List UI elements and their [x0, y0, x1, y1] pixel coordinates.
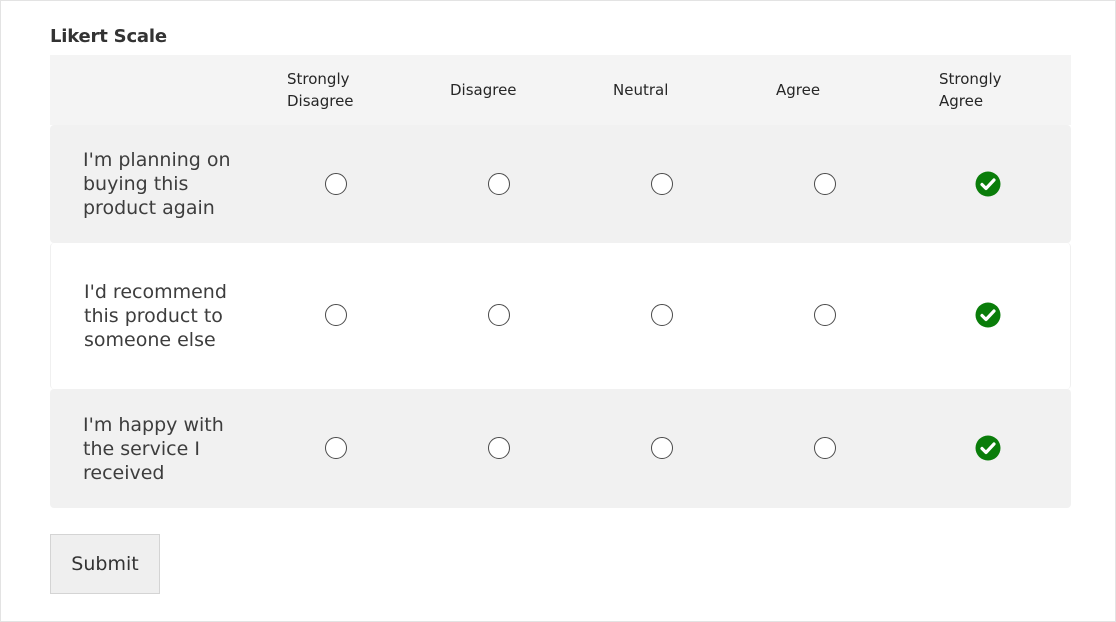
check-circle-icon: [975, 171, 1001, 197]
likert-row-2: I'd recommend this product to someone el…: [50, 243, 1071, 389]
column-header-disagree: Disagree: [450, 81, 517, 99]
submit-button[interactable]: Submit: [50, 534, 160, 594]
column-header-neutral: Neutral: [613, 81, 669, 99]
likert-header: Strongly Disagree Disagree Neutral Agree…: [50, 55, 1071, 125]
row-3-radio-disagree[interactable]: [488, 437, 510, 459]
row-1-radio-disagree[interactable]: [488, 173, 510, 195]
row-3-radio-neutral[interactable]: [651, 437, 673, 459]
column-header-strongly-disagree: Strongly Disagree: [287, 70, 354, 110]
likert-table: Strongly Disagree Disagree Neutral Agree…: [50, 55, 1071, 508]
form-title: Likert Scale: [50, 26, 167, 47]
row-statement: I'd recommend this product to someone el…: [84, 281, 227, 351]
row-2-radio-neutral[interactable]: [651, 304, 673, 326]
row-1-radio-strongly-disagree[interactable]: [325, 173, 347, 195]
row-1-radio-strongly-agree[interactable]: [975, 171, 1001, 197]
row-3-radio-agree[interactable]: [814, 437, 836, 459]
check-circle-icon: [975, 435, 1001, 461]
row-3-radio-strongly-disagree[interactable]: [325, 437, 347, 459]
row-2-radio-disagree[interactable]: [488, 304, 510, 326]
row-statement: I'm planning on buying this product agai…: [83, 149, 231, 219]
row-3-radio-strongly-agree[interactable]: [975, 435, 1001, 461]
likert-row-1: I'm planning on buying this product agai…: [50, 125, 1071, 243]
row-1-radio-neutral[interactable]: [651, 173, 673, 195]
row-1-radio-agree[interactable]: [814, 173, 836, 195]
column-header-agree: Agree: [776, 81, 821, 99]
row-2-radio-agree[interactable]: [814, 304, 836, 326]
row-statement: I'm happy with the service I received: [83, 413, 224, 484]
likert-row-3: I'm happy with the service I received: [50, 389, 1071, 508]
row-2-radio-strongly-agree[interactable]: [975, 302, 1001, 328]
column-header-strongly-agree: Strongly Agree: [939, 70, 1002, 110]
check-circle-icon: [975, 302, 1001, 328]
row-2-radio-strongly-disagree[interactable]: [325, 304, 347, 326]
